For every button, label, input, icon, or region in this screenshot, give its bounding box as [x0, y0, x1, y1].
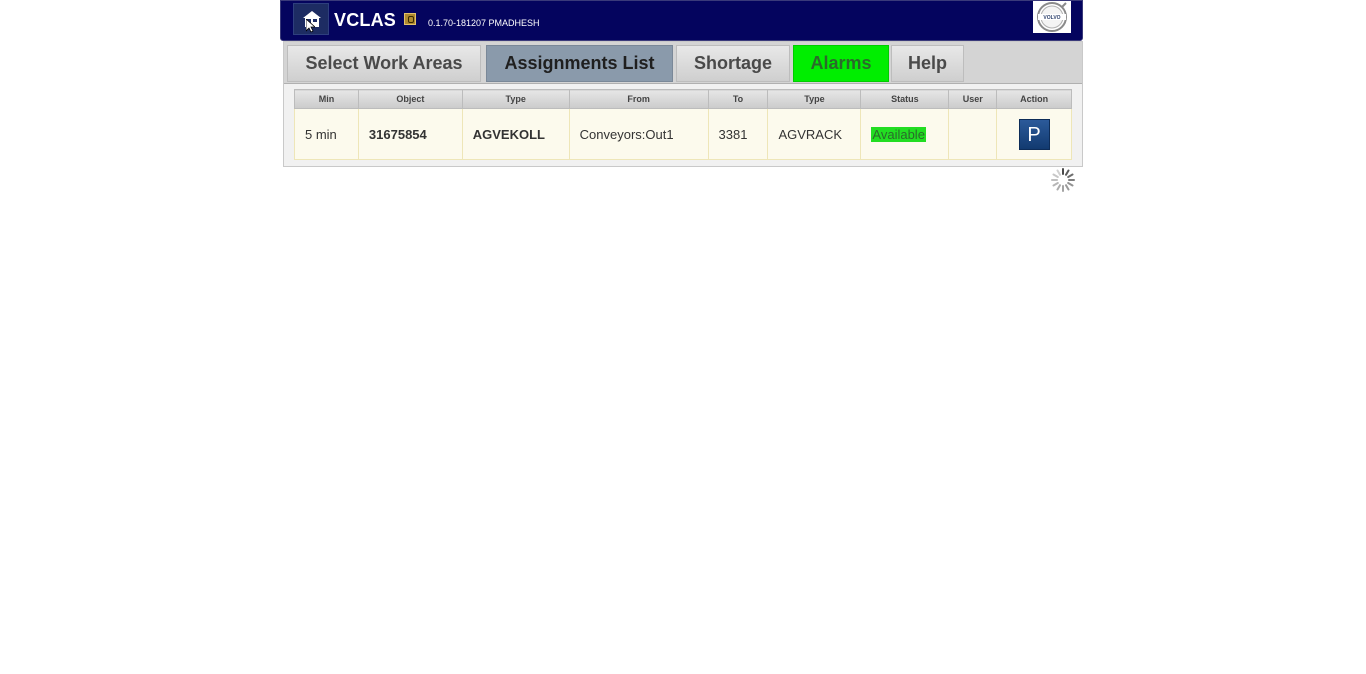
tab-alarms[interactable]: Alarms [793, 45, 889, 82]
main-panel: Select Work Areas Assignments List Short… [283, 41, 1083, 167]
mouse-cursor-icon [306, 19, 315, 33]
tab-assignments-list[interactable]: Assignments List [486, 45, 673, 82]
cell-user [948, 108, 998, 160]
cell-status: Available [860, 108, 950, 160]
lock-icon[interactable] [404, 13, 416, 25]
tab-bar: Select Work Areas Assignments List Short… [284, 42, 1082, 84]
column-header-status[interactable]: Status [860, 89, 950, 109]
tab-help[interactable]: Help [891, 45, 964, 82]
assignments-table: Min Object Type From To Type Status User… [294, 89, 1072, 160]
column-header-user[interactable]: User [948, 89, 998, 109]
column-header-type[interactable]: Type [461, 89, 570, 109]
table-header-row: Min Object Type From To Type Status User… [294, 89, 1072, 109]
loading-spinner-icon [1051, 168, 1075, 192]
column-header-to[interactable]: To [707, 89, 769, 109]
svg-text:VOLVO: VOLVO [1043, 15, 1060, 21]
cell-type: AGVEKOLL [461, 108, 570, 160]
cell-from: Conveyors:Out1 [568, 108, 709, 160]
cell-to: 3381 [707, 108, 769, 160]
tab-shortage[interactable]: Shortage [676, 45, 790, 82]
version-label: 0.1.70-181207 PMADHESH [428, 18, 540, 28]
app-title: VCLAS [334, 10, 397, 30]
column-header-to-type[interactable]: Type [767, 89, 862, 109]
table-row[interactable]: 5 min 31675854 AGVEKOLL Conveyors:Out1 3… [294, 108, 1072, 160]
header-bar: VCLAS 0.1.70-181207 PMADHESH VOLVO [280, 0, 1083, 41]
cell-min: 5 min [294, 108, 359, 160]
status-badge: Available [871, 126, 926, 142]
column-header-action[interactable]: Action [996, 89, 1072, 109]
column-header-min[interactable]: Min [294, 89, 359, 109]
cell-action: P [996, 108, 1072, 160]
column-header-from[interactable]: From [568, 89, 709, 109]
tab-select-work-areas[interactable]: Select Work Areas [287, 45, 481, 82]
volvo-logo: VOLVO [1033, 1, 1071, 33]
cell-object: 31675854 [357, 108, 463, 160]
column-header-object[interactable]: Object [357, 89, 463, 109]
cell-to-type: AGVRACK [767, 108, 862, 160]
park-action-button[interactable]: P [1018, 118, 1050, 150]
